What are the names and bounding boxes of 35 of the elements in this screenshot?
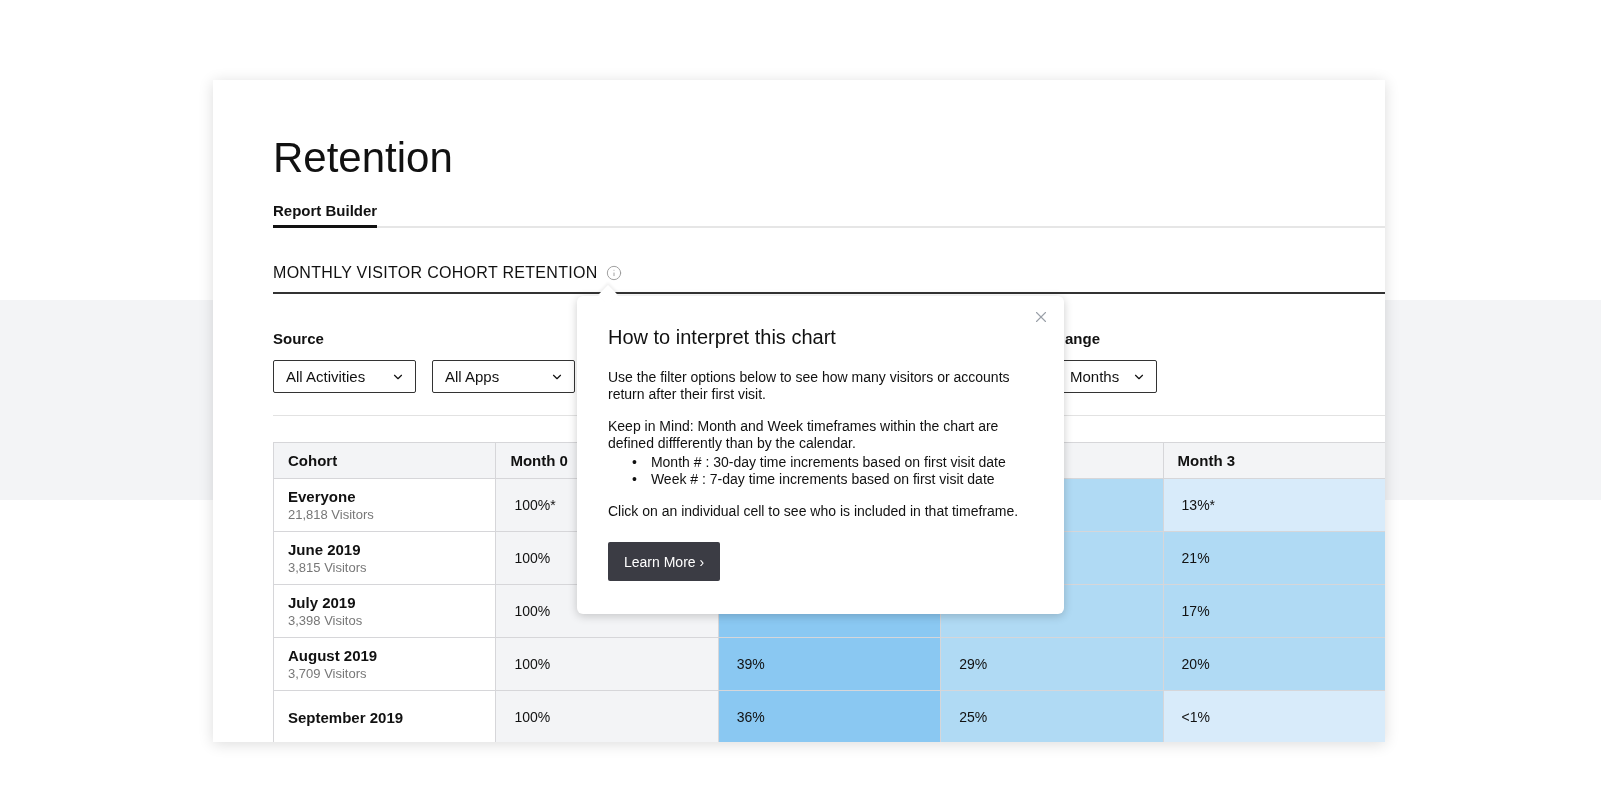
retention-cell[interactable]: 20%: [1163, 638, 1385, 691]
section-title: MONTHLY VISITOR COHORT RETENTION: [273, 264, 598, 282]
cohort-name: August 2019: [288, 647, 379, 664]
column-header: Month 3: [1163, 443, 1385, 479]
column-header: Cohort: [274, 443, 497, 479]
retention-cell[interactable]: 25%: [941, 691, 1164, 742]
filter-label: ange: [1064, 330, 1101, 348]
tab[interactable]: Report Builder: [273, 202, 378, 228]
learn-more-button[interactable]: Learn More ›: [608, 542, 721, 581]
cohort-name: July 2019: [288, 594, 357, 611]
visitor-count: 3,398 Visitos: [288, 613, 364, 628]
page-title: Retention: [273, 133, 454, 183]
visitor-count: 3,709 Visitors: [288, 666, 368, 681]
visitor-count: 3,815 Visitors: [288, 560, 368, 575]
retention-cell[interactable]: 100%: [496, 638, 719, 691]
cohort-name: Everyone: [288, 488, 357, 505]
cohort-name: September 2019: [288, 708, 405, 726]
info-icon[interactable]: [605, 265, 622, 281]
retention-cell[interactable]: 36%: [718, 691, 942, 742]
retention-cell[interactable]: <1%: [1163, 691, 1385, 742]
cohort-name: June 2019: [288, 541, 362, 558]
retention-cell[interactable]: 13%*: [1163, 479, 1385, 532]
popover-title: How to interpret this chart: [608, 326, 837, 349]
retention-cell[interactable]: 21%: [1163, 532, 1385, 585]
popover-text: Click on an individual cell to see who is included in that timeframe.: [608, 503, 1020, 520]
dropdown[interactable]: All Apps: [432, 360, 575, 393]
retention-cell[interactable]: 100%: [496, 691, 719, 742]
bullet-marker: •: [632, 454, 637, 471]
popover-text: Use the filter options below to see how many visitors or accounts return after their first visit.: [608, 369, 1011, 403]
visitor-count: 21,818 Visitors: [288, 507, 375, 522]
retention-cell[interactable]: 39%: [718, 638, 942, 691]
filter-label: Source: [273, 330, 325, 348]
retention-cell[interactable]: 29%: [941, 638, 1164, 691]
retention-cell[interactable]: 17%: [1163, 585, 1385, 638]
dropdown[interactable]: All Activities: [273, 360, 416, 393]
